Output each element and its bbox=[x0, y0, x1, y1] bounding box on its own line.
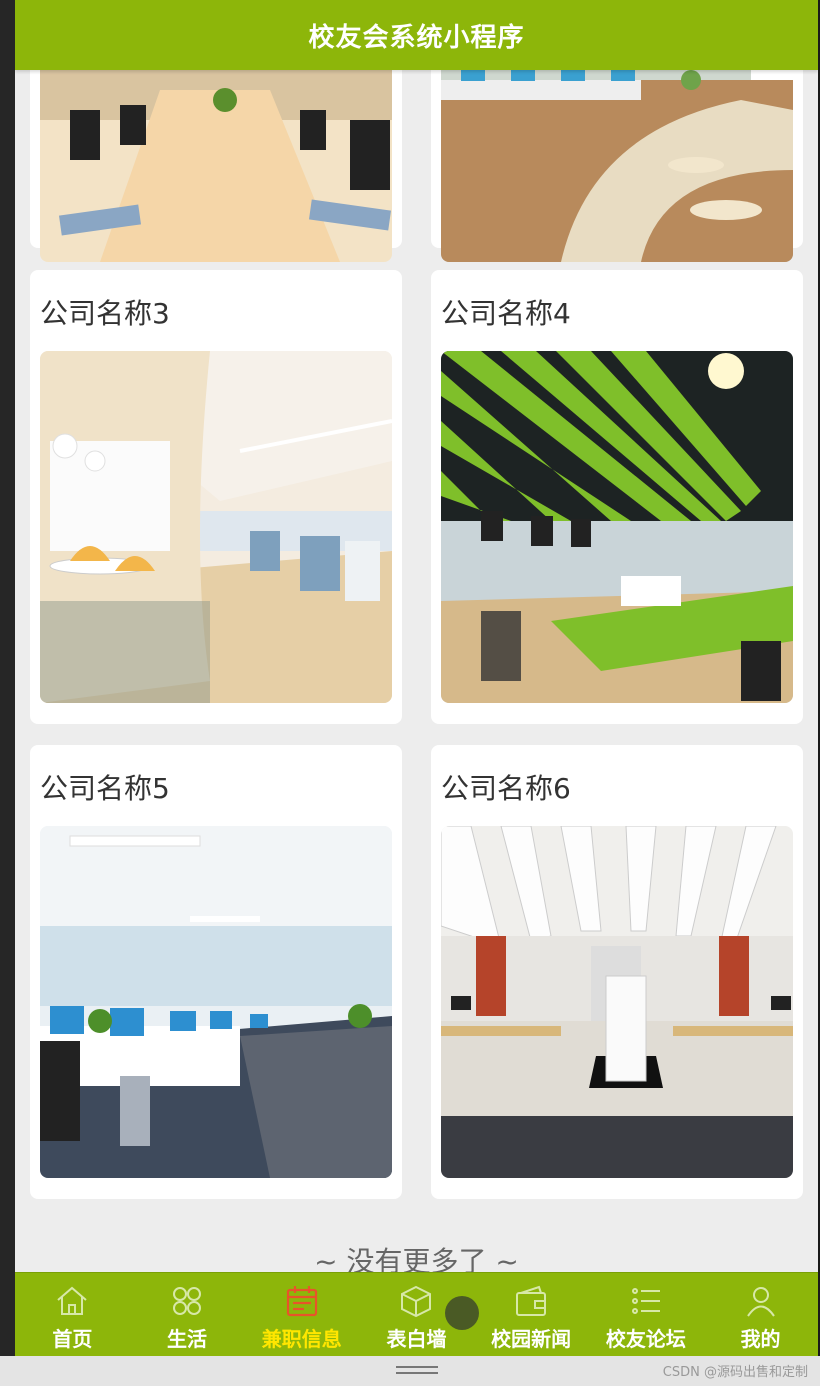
company-card-3[interactable]: 公司名称3 bbox=[30, 270, 402, 724]
page-header: 校友会系统小程序 bbox=[15, 0, 818, 70]
company-image-3 bbox=[40, 351, 392, 703]
home-icon bbox=[57, 1286, 87, 1315]
tab-life[interactable]: 生活 bbox=[130, 1273, 244, 1356]
company-image-5 bbox=[40, 826, 392, 1178]
company-image-4 bbox=[441, 351, 793, 703]
page-title: 校友会系统小程序 bbox=[308, 22, 525, 53]
home-indicator-icon[interactable] bbox=[396, 1366, 438, 1374]
tab-label: 生活 bbox=[167, 1327, 208, 1351]
touch-indicator bbox=[445, 1296, 479, 1330]
mini-program-screen: 校友会系统小程序 公司名称3 公司名称4 公司名称5 公司名称6 ~ 没有更多了… bbox=[15, 0, 818, 1356]
tab-home[interactable]: 首页 bbox=[15, 1273, 129, 1356]
company-image-6 bbox=[441, 826, 793, 1178]
tab-label: 我的 bbox=[740, 1327, 781, 1351]
company-card-5[interactable]: 公司名称5 bbox=[30, 745, 402, 1199]
company-name: 公司名称5 bbox=[40, 772, 170, 805]
calendar-icon bbox=[286, 1286, 317, 1317]
tab-label: 表白墙 bbox=[386, 1327, 447, 1351]
company-card-4[interactable]: 公司名称4 bbox=[431, 270, 803, 724]
tab-label: 兼职信息 bbox=[261, 1327, 342, 1351]
box-icon bbox=[401, 1285, 432, 1318]
user-icon bbox=[746, 1287, 775, 1317]
company-name: 公司名称6 bbox=[441, 772, 571, 805]
list-icon bbox=[631, 1288, 660, 1314]
tab-mine[interactable]: 我的 bbox=[704, 1273, 818, 1356]
tab-alumni-forum[interactable]: 校友论坛 bbox=[589, 1273, 703, 1356]
tab-label: 校友论坛 bbox=[605, 1327, 686, 1351]
tab-parttime-info[interactable]: 兼职信息 bbox=[245, 1273, 359, 1356]
wallet-icon bbox=[516, 1285, 547, 1316]
company-card-6[interactable]: 公司名称6 bbox=[431, 745, 803, 1199]
tab-label: 首页 bbox=[52, 1327, 93, 1351]
grid-icon bbox=[173, 1287, 202, 1315]
company-name: 公司名称4 bbox=[441, 297, 571, 330]
company-name: 公司名称3 bbox=[40, 297, 170, 330]
watermark-text: CSDN @源码出售和定制 bbox=[662, 1365, 808, 1380]
tab-label: 校园新闻 bbox=[491, 1327, 572, 1351]
bottom-tab-bar: 首页 生活 兼职信息 表白墙 校园新闻 校友论坛 我的 bbox=[15, 1272, 818, 1356]
tab-campus-news[interactable]: 校园新闻 bbox=[474, 1273, 588, 1356]
window-left-edge bbox=[0, 0, 90, 1386]
